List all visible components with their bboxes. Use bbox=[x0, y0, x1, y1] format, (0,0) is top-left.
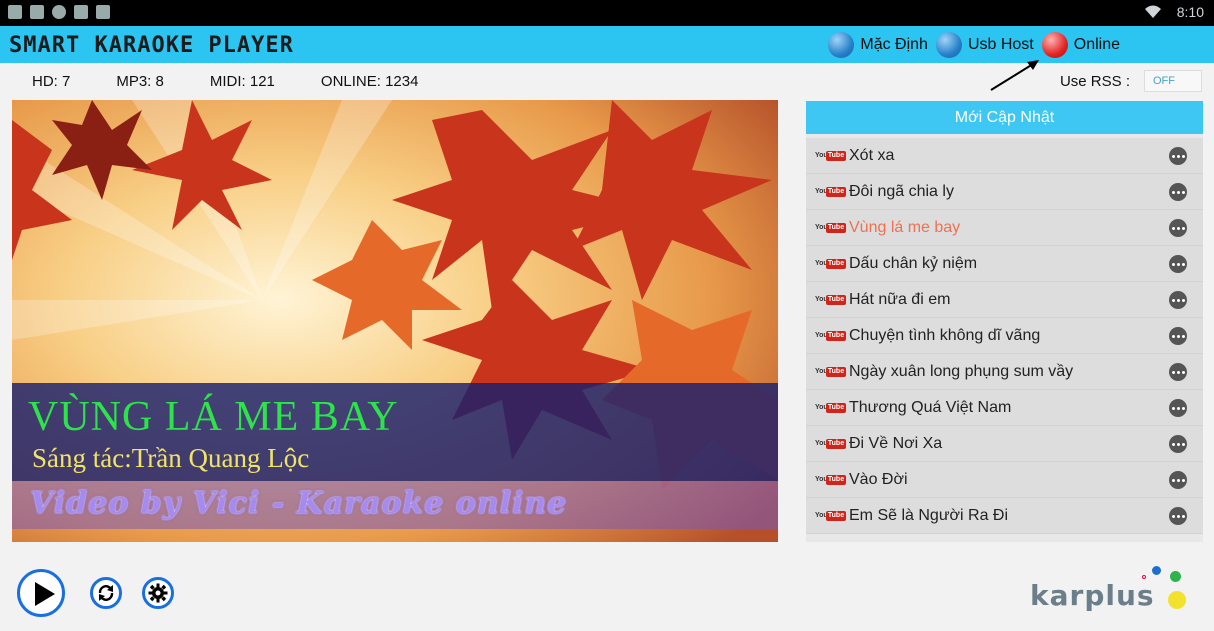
more-options-icon[interactable] bbox=[1169, 291, 1187, 309]
mp3-count: MP3: 8 bbox=[116, 73, 164, 90]
logo-text: karplus bbox=[1030, 579, 1155, 612]
logo-dot-icon bbox=[1168, 591, 1186, 609]
playlist-item[interactable]: You Tube Vào Đời bbox=[806, 462, 1203, 498]
more-options-icon[interactable] bbox=[1169, 327, 1187, 345]
logo-dot-icon bbox=[1152, 566, 1161, 575]
app-window: 8:10 SMART KARAOKE PLAYER Mặc Định Usb H… bbox=[0, 0, 1214, 631]
youtube-icon: You Tube bbox=[815, 511, 846, 521]
youtube-icon: You Tube bbox=[815, 151, 846, 161]
playlist-item[interactable]: You Tube Thương Quá Việt Nam bbox=[806, 390, 1203, 426]
playlist-item[interactable]: You Tube Hát nữa đi em bbox=[806, 282, 1203, 318]
mode-default-radio[interactable]: Mặc Định bbox=[828, 32, 928, 58]
more-options-icon[interactable] bbox=[1169, 147, 1187, 165]
more-options-icon[interactable] bbox=[1169, 183, 1187, 201]
new-updates-playlist: Mới Cập Nhật You Tube Xót xa You Tube Đôi ngã… bbox=[806, 101, 1203, 542]
mode-label: Mặc Định bbox=[860, 36, 928, 53]
playlist-item[interactable]: You Tube Ngày xuân long phụng sum vầy bbox=[806, 354, 1203, 390]
playlist-item[interactable]: You Tube Đôi ngã chia ly bbox=[806, 174, 1203, 210]
youtube-icon: You Tube bbox=[815, 331, 846, 341]
playlist-item-title: Đi Về Nơi Xa bbox=[849, 434, 943, 452]
rss-toggle[interactable]: OFF bbox=[1144, 70, 1202, 92]
playlist-item-title: Chuyện tình không dĩ vãng bbox=[849, 326, 1041, 344]
online-count: ONLINE: 1234 bbox=[320, 73, 419, 90]
radio-dot-icon bbox=[828, 32, 855, 58]
youtube-icon: You Tube bbox=[815, 295, 846, 305]
youtube-icon: You Tube bbox=[815, 403, 846, 413]
youtube-icon: You Tube bbox=[815, 259, 846, 269]
clock: 8:10 bbox=[1176, 4, 1204, 20]
more-options-icon[interactable] bbox=[1169, 219, 1187, 237]
youtube-icon: You Tube bbox=[815, 367, 846, 377]
radio-dot-selected-icon bbox=[1041, 32, 1068, 58]
radio-dot-icon bbox=[935, 32, 962, 58]
annotation-arrow-icon bbox=[990, 60, 1039, 91]
playlist-item[interactable]: You Tube Vùng lá me bay bbox=[806, 210, 1203, 246]
youtube-icon: You Tube bbox=[815, 223, 846, 233]
karplus-logo: karplus bbox=[1030, 563, 1190, 615]
video-credit: Video by Vici - Karaoke online bbox=[30, 486, 568, 521]
playlist-item[interactable]: You Tube Dấu chân kỷ niệm bbox=[806, 246, 1203, 282]
mode-label: Usb Host bbox=[967, 36, 1034, 53]
screenshot-icon bbox=[8, 5, 22, 19]
playlist-item[interactable]: You Tube Em Sẽ là Người Ra Đi bbox=[806, 498, 1203, 534]
more-options-icon[interactable] bbox=[1169, 471, 1187, 489]
play-button[interactable] bbox=[17, 569, 65, 617]
gear-icon bbox=[148, 583, 168, 603]
playlist-item[interactable]: You Tube Xót xa bbox=[806, 138, 1203, 174]
more-options-icon[interactable] bbox=[1169, 255, 1187, 273]
video-composer: Sáng tác:Trần Quang Lộc bbox=[32, 443, 310, 473]
youtube-icon: You Tube bbox=[815, 439, 846, 449]
more-options-icon[interactable] bbox=[1169, 363, 1187, 381]
playlist-item-title: Em Sẽ là Người Ra Đi bbox=[849, 506, 1009, 524]
settings-button[interactable] bbox=[142, 577, 174, 609]
playlist-item-title: Thương Quá Việt Nam bbox=[849, 398, 1012, 416]
mode-online-radio[interactable]: Online bbox=[1041, 32, 1120, 58]
sync-icon bbox=[52, 5, 66, 19]
playlist-item-title: Hát nữa đi em bbox=[849, 290, 951, 308]
youtube-icon: You Tube bbox=[815, 187, 846, 197]
playlist-item-title: Đôi ngã chia ly bbox=[849, 182, 954, 200]
player-controls bbox=[17, 569, 194, 617]
playlist-item-title: Xót xa bbox=[849, 146, 895, 164]
video-player[interactable]: VÙNG LÁ ME BAY Sáng tác:Trần Quang Lộc V… bbox=[12, 100, 778, 542]
hd-count: HD: 7 bbox=[32, 73, 71, 90]
video-song-title: VÙNG LÁ ME BAY bbox=[28, 394, 399, 440]
notification-icons bbox=[8, 5, 110, 19]
logo-dot-icon bbox=[1142, 575, 1146, 579]
playlist-items: You Tube Xót xa You Tube Đôi ngã chia ly You Tu… bbox=[806, 138, 1203, 534]
sim-icon bbox=[96, 5, 110, 19]
status-right: 8:10 bbox=[1144, 4, 1204, 20]
playlist-item-title: Vào Đời bbox=[849, 470, 908, 488]
logo-dot-icon bbox=[1170, 571, 1181, 582]
playlist-item[interactable]: You Tube Đi Về Nơi Xa bbox=[806, 426, 1203, 462]
mode-usb-host-radio[interactable]: Usb Host bbox=[935, 32, 1034, 58]
playlist-item-title: Dấu chân kỷ niệm bbox=[849, 254, 978, 272]
wifi-icon bbox=[1144, 5, 1161, 19]
playlist-header: Mới Cập Nhật bbox=[806, 101, 1203, 134]
gmail-icon bbox=[30, 5, 44, 19]
status-bar: 8:10 bbox=[0, 0, 1214, 26]
midi-count: MIDI: 121 bbox=[209, 73, 275, 90]
song-counts: HD: 7 MP3: 8 MIDI: 121 ONLINE: 1234 bbox=[32, 73, 418, 90]
playlist-item-title: Ngày xuân long phụng sum vầy bbox=[849, 362, 1074, 380]
youtube-icon: You Tube bbox=[815, 475, 846, 485]
app-title: SMART KARAOKE PLAYER bbox=[9, 33, 294, 58]
rss-label: Use RSS : bbox=[1059, 72, 1130, 90]
repeat-icon bbox=[98, 585, 114, 601]
repeat-button[interactable] bbox=[90, 577, 122, 609]
more-options-icon[interactable] bbox=[1169, 507, 1187, 525]
playlist-item-title: Vùng lá me bay bbox=[849, 218, 961, 236]
playlist-item[interactable]: You Tube Chuyện tình không dĩ vãng bbox=[806, 318, 1203, 354]
mode-label: Online bbox=[1073, 36, 1120, 53]
rss-setting: Use RSS : OFF bbox=[1060, 70, 1202, 92]
more-options-icon[interactable] bbox=[1169, 435, 1187, 453]
signal-bars-icon bbox=[74, 5, 88, 19]
more-options-icon[interactable] bbox=[1169, 399, 1187, 417]
source-mode-group: Mặc Định Usb Host Online bbox=[828, 32, 1120, 58]
